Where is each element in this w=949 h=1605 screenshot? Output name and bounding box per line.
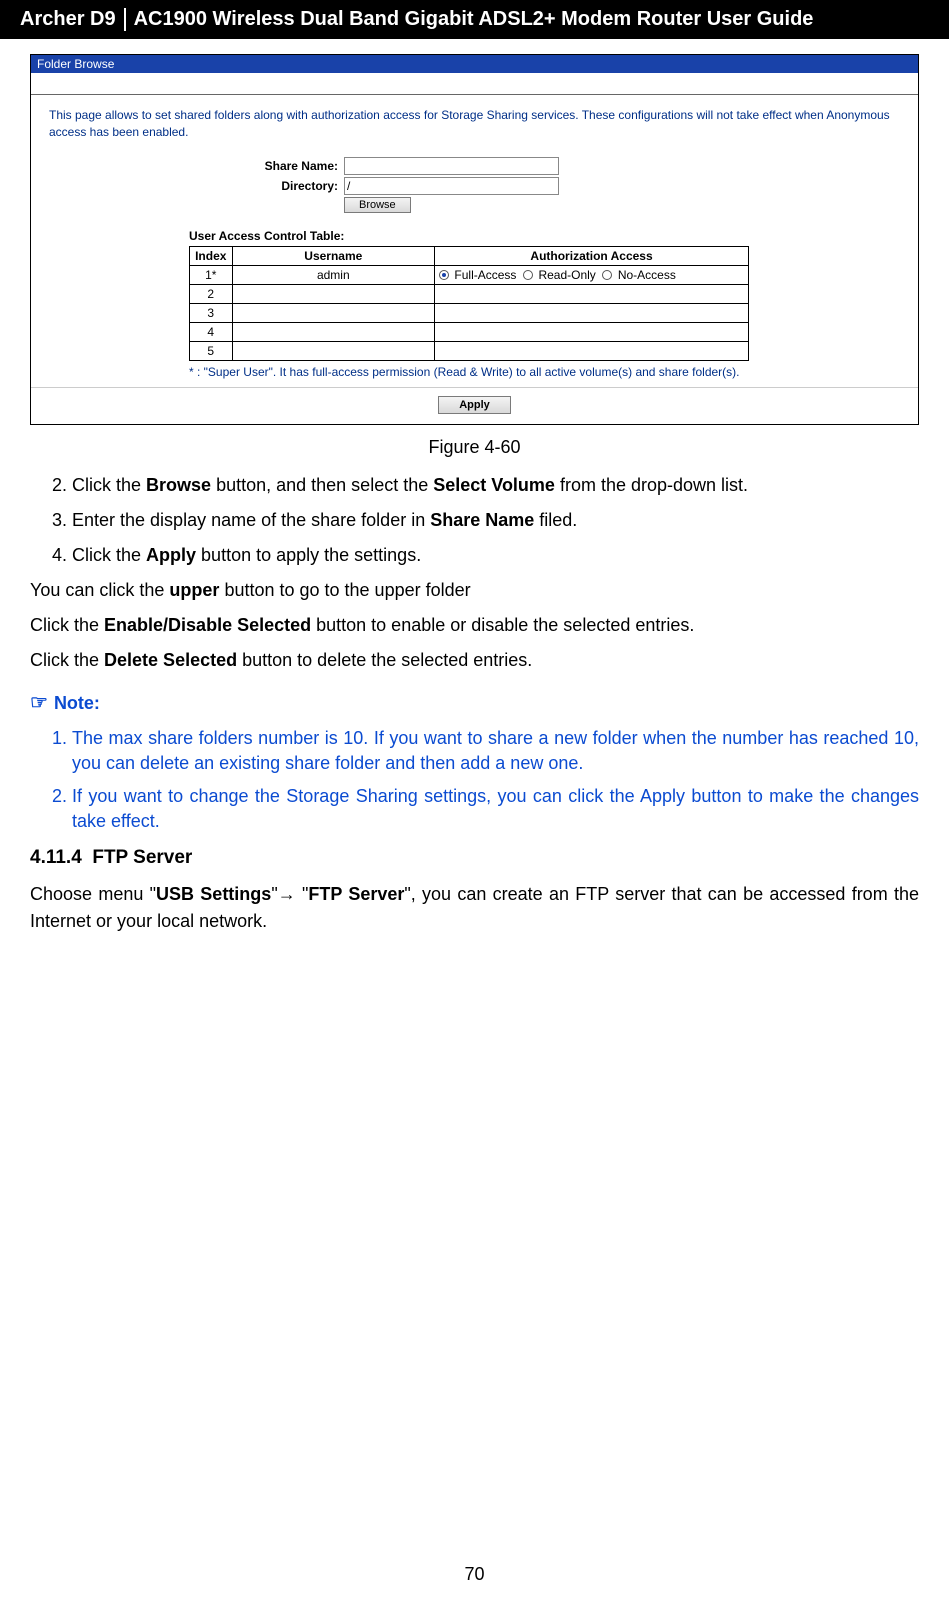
step-4: Click the Apply button to apply the sett… bbox=[72, 542, 919, 569]
th-index: Index bbox=[190, 246, 233, 265]
table-row: 4 bbox=[190, 322, 749, 341]
cell-username bbox=[232, 341, 435, 360]
section-heading: 4.11.4 FTP Server bbox=[30, 844, 919, 873]
apply-button[interactable]: Apply bbox=[438, 396, 511, 414]
cell-username bbox=[232, 284, 435, 303]
cell-index: 3 bbox=[190, 303, 233, 322]
note-2: If you want to change the Storage Sharin… bbox=[72, 784, 919, 834]
doc-title: AC1900 Wireless Dual Band Gigabit ADSL2+… bbox=[134, 8, 814, 31]
cell-index: 4 bbox=[190, 322, 233, 341]
cell-auth bbox=[435, 322, 749, 341]
cell-index: 1* bbox=[190, 265, 233, 284]
table-row: 5 bbox=[190, 341, 749, 360]
panel-description: This page allows to set shared folders a… bbox=[49, 107, 900, 141]
figure-caption: Figure 4-60 bbox=[30, 437, 919, 458]
th-auth: Authorization Access bbox=[435, 246, 749, 265]
table-row: 2 bbox=[190, 284, 749, 303]
cell-auth bbox=[435, 284, 749, 303]
cell-auth bbox=[435, 341, 749, 360]
th-username: Username bbox=[232, 246, 435, 265]
cell-index: 2 bbox=[190, 284, 233, 303]
model-name: Archer D9 bbox=[20, 8, 126, 31]
directory-label: Directory: bbox=[49, 179, 344, 193]
step-2: Click the Browse button, and then select… bbox=[72, 472, 919, 499]
doc-header: Archer D9 AC1900 Wireless Dual Band Giga… bbox=[0, 0, 949, 39]
table-row: 3 bbox=[190, 303, 749, 322]
delete-selected-line: Click the Delete Selected button to dele… bbox=[30, 647, 919, 674]
apply-bar: Apply bbox=[31, 387, 918, 424]
directory-input[interactable] bbox=[344, 177, 559, 195]
step-3: Enter the display name of the share fold… bbox=[72, 507, 919, 534]
note-heading: ☞Note: bbox=[30, 688, 919, 718]
body-text: Click the Browse button, and then select… bbox=[30, 472, 919, 935]
directory-row: Directory: bbox=[49, 177, 900, 195]
label-no-access: No-Access bbox=[618, 268, 676, 282]
section-body: Choose menu "USB Settings"→ "FTP Server"… bbox=[30, 881, 919, 935]
folder-browse-panel: Folder Browse This page allows to set sh… bbox=[30, 54, 919, 425]
super-user-note: * : "Super User". It has full-access per… bbox=[189, 365, 900, 379]
uac-table-label: User Access Control Table: bbox=[189, 229, 900, 243]
table-row: 1* admin Full-Access Read-Only No-Access bbox=[190, 265, 749, 284]
share-name-label: Share Name: bbox=[49, 159, 344, 173]
upper-button-line: You can click the upper button to go to … bbox=[30, 577, 919, 604]
cell-username bbox=[232, 322, 435, 341]
cell-index: 5 bbox=[190, 341, 233, 360]
cell-username bbox=[232, 303, 435, 322]
cell-username: admin bbox=[232, 265, 435, 284]
radio-read-only[interactable] bbox=[523, 270, 533, 280]
radio-no-access[interactable] bbox=[602, 270, 612, 280]
label-full-access: Full-Access bbox=[454, 268, 516, 282]
cell-auth: Full-Access Read-Only No-Access bbox=[435, 265, 749, 284]
note-1: The max share folders number is 10. If y… bbox=[72, 726, 919, 776]
user-access-table: Index Username Authorization Access 1* a… bbox=[189, 246, 749, 361]
panel-toolbar-spacer bbox=[31, 73, 918, 95]
panel-titlebar: Folder Browse bbox=[31, 55, 918, 73]
enable-disable-line: Click the Enable/Disable Selected button… bbox=[30, 612, 919, 639]
hand-pointing-icon: ☞ bbox=[30, 692, 48, 714]
cell-auth bbox=[435, 303, 749, 322]
page-number: 70 bbox=[0, 1564, 949, 1585]
radio-full-access[interactable] bbox=[439, 270, 449, 280]
browse-button[interactable]: Browse bbox=[344, 197, 411, 213]
share-name-row: Share Name: bbox=[49, 157, 900, 175]
label-read-only: Read-Only bbox=[538, 268, 595, 282]
share-name-input[interactable] bbox=[344, 157, 559, 175]
